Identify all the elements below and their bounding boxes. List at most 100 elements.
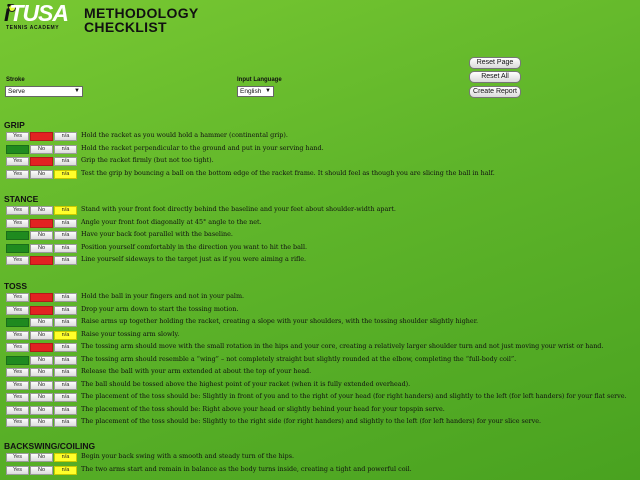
- na-button[interactable]: n/a: [54, 418, 77, 427]
- na-button[interactable]: n/a: [54, 453, 77, 462]
- yes-button[interactable]: Yes: [6, 157, 29, 166]
- na-button[interactable]: n/a: [54, 405, 77, 415]
- checklist-row: Yes No n/a Drop your arm down to start the …: [6, 305, 636, 315]
- no-button[interactable]: No: [30, 380, 53, 390]
- checklist-item-text: Raise your tossing arm slowly.: [81, 329, 180, 338]
- yes-button[interactable]: Yes: [6, 318, 29, 327]
- checklist-item-text: Release the ball with your arm extended …: [81, 367, 312, 375]
- no-button[interactable]: No: [30, 330, 53, 340]
- no-button[interactable]: No: [30, 405, 53, 415]
- na-button[interactable]: n/a: [54, 169, 77, 179]
- checklist-row: Yes No n/a The ball should be tossed above …: [6, 380, 636, 390]
- na-button[interactable]: n/a: [54, 393, 77, 402]
- na-button[interactable]: n/a: [54, 231, 77, 240]
- no-button[interactable]: No: [30, 343, 53, 352]
- stroke-select-value: Serve: [8, 88, 25, 95]
- no-button[interactable]: No: [30, 206, 53, 215]
- yes-button[interactable]: Yes: [6, 393, 29, 402]
- yes-button[interactable]: Yes: [6, 218, 29, 228]
- no-button[interactable]: No: [30, 243, 53, 253]
- na-button[interactable]: n/a: [54, 465, 77, 475]
- yes-button[interactable]: Yes: [6, 305, 29, 315]
- yes-button[interactable]: Yes: [6, 380, 29, 390]
- yes-button[interactable]: Yes: [6, 368, 29, 377]
- checklist-row: Yes No n/a Position yourself comfortably in…: [6, 243, 636, 253]
- yes-button[interactable]: Yes: [6, 293, 29, 302]
- reset-page-button[interactable]: Reset Page: [469, 57, 521, 69]
- no-button[interactable]: No: [30, 293, 53, 302]
- no-button[interactable]: No: [30, 393, 53, 402]
- language-select-value: English: [240, 88, 262, 95]
- yes-button[interactable]: Yes: [6, 256, 29, 265]
- stroke-label: Stroke: [6, 77, 25, 83]
- no-button[interactable]: No: [30, 157, 53, 166]
- checklist-item-text: Test the grip by bouncing a ball on the …: [81, 168, 495, 177]
- yes-button[interactable]: Yes: [6, 330, 29, 340]
- na-button[interactable]: n/a: [54, 157, 77, 166]
- no-button[interactable]: No: [30, 231, 53, 240]
- no-button[interactable]: No: [30, 465, 53, 475]
- yes-button[interactable]: Yes: [6, 132, 29, 141]
- checklist-item-text: Grip the racket firmly (but not too tigh…: [81, 156, 214, 164]
- no-button[interactable]: No: [30, 256, 53, 265]
- no-button[interactable]: No: [30, 418, 53, 427]
- yes-button[interactable]: Yes: [6, 405, 29, 415]
- checklist-row: Yes No n/a The two arms start and remain in…: [6, 465, 636, 475]
- checklist-row: Yes No n/a Test the grip by bouncing a ball…: [6, 168, 636, 179]
- na-button[interactable]: n/a: [54, 144, 77, 154]
- na-button[interactable]: n/a: [54, 206, 77, 215]
- checklist-item-text: Hold the racket as you would hold a hamm…: [81, 131, 288, 139]
- yes-button[interactable]: Yes: [6, 231, 29, 240]
- no-button[interactable]: No: [30, 318, 53, 327]
- checklist-item-text: Hold the ball in your fingers and not in…: [81, 292, 245, 300]
- yes-button[interactable]: Yes: [6, 169, 29, 179]
- checklist-row: Yes No n/a Release the ball with your arm e…: [6, 367, 636, 377]
- checklist-row: Yes No n/a Raise your tossing arm slowly.: [6, 329, 636, 340]
- checklist-item-text: The placement of the toss should be: Sli…: [81, 417, 542, 425]
- checklist-item-text: The tossing arm should resemble a “wing”…: [81, 354, 517, 363]
- checklist-item-text: Line yourself sideways to the target jus…: [81, 255, 307, 263]
- yes-button[interactable]: Yes: [6, 243, 29, 253]
- language-label: Input Language: [237, 77, 282, 83]
- na-button[interactable]: n/a: [54, 256, 77, 265]
- na-button[interactable]: n/a: [54, 380, 77, 390]
- na-button[interactable]: n/a: [54, 318, 77, 327]
- checklist-row: Yes No n/a The placement of the toss should…: [6, 405, 636, 415]
- checklist-row: Yes No n/a Raise arms up together holding t…: [6, 317, 636, 327]
- na-button[interactable]: n/a: [54, 293, 77, 302]
- no-button[interactable]: No: [30, 453, 53, 462]
- na-button[interactable]: n/a: [54, 218, 77, 228]
- section-heading: TOSS: [4, 281, 27, 291]
- checklist-item-text: Angle your front foot diagonally at 45° …: [81, 217, 262, 226]
- yes-button[interactable]: Yes: [6, 206, 29, 215]
- stroke-select[interactable]: Serve ▼: [5, 86, 83, 97]
- yes-button[interactable]: Yes: [6, 343, 29, 352]
- na-button[interactable]: n/a: [54, 368, 77, 377]
- na-button[interactable]: n/a: [54, 343, 77, 352]
- na-button[interactable]: n/a: [54, 305, 77, 315]
- no-button[interactable]: No: [30, 218, 53, 228]
- yes-button[interactable]: Yes: [6, 418, 29, 427]
- yes-button[interactable]: Yes: [6, 144, 29, 154]
- no-button[interactable]: No: [30, 355, 53, 365]
- create-report-button[interactable]: Create Report: [469, 86, 521, 98]
- chevron-down-icon: ▼: [74, 88, 80, 94]
- no-button[interactable]: No: [30, 368, 53, 377]
- na-button[interactable]: n/a: [54, 132, 77, 141]
- yes-button[interactable]: Yes: [6, 465, 29, 475]
- no-button[interactable]: No: [30, 305, 53, 315]
- chevron-down-icon: ▼: [265, 88, 271, 94]
- reset-all-button[interactable]: Reset All: [469, 71, 521, 83]
- na-button[interactable]: n/a: [54, 330, 77, 340]
- na-button[interactable]: n/a: [54, 243, 77, 253]
- checklist-row: Yes No n/a Stand with your front foot direc…: [6, 205, 636, 215]
- language-select[interactable]: English ▼: [237, 86, 274, 97]
- no-button[interactable]: No: [30, 132, 53, 141]
- checklist-item-text: Hold the racket perpendicular to the gro…: [81, 143, 324, 152]
- yes-button[interactable]: Yes: [6, 355, 29, 365]
- no-button[interactable]: No: [30, 169, 53, 179]
- yes-button[interactable]: Yes: [6, 453, 29, 462]
- checklist-row: Yes No n/a Hold the racket as you would hol…: [6, 131, 636, 141]
- no-button[interactable]: No: [30, 144, 53, 154]
- na-button[interactable]: n/a: [54, 355, 77, 365]
